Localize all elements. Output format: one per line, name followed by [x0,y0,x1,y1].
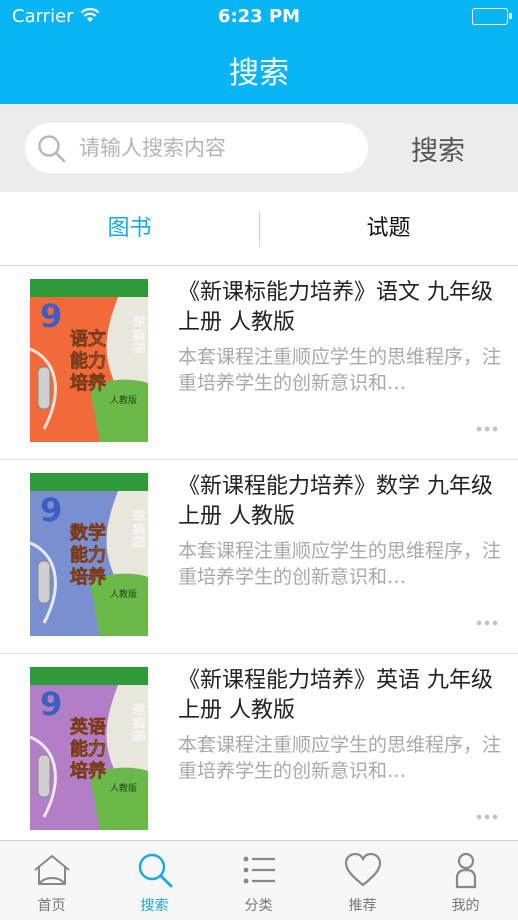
tabbar-item-mine[interactable]: 我的 [414,841,517,920]
tab-books[interactable]: 图书 [0,192,259,266]
person-icon [455,852,477,889]
page-title: 搜索 [229,56,289,91]
cover-subject-line: 语文 [70,328,107,350]
cover-subject-line: 英语 [69,716,106,738]
search-input[interactable] [79,133,359,163]
tabbar-item-search[interactable]: 搜索 [103,841,206,920]
list-item[interactable]: 9 新课程 数学 能力 培养 人教版 《新课程能力培养》数学 九年级 上册 人教版 本套课… [0,460,518,654]
more-icon[interactable] [476,612,498,631]
cover-series: 新课程 [130,509,146,548]
book-description: 本套课程注重顺应学生的思维程序，注重培养学生的创新意识和… [178,346,502,394]
battery-icon [472,8,512,25]
cover-subject-line: 能力 [70,350,106,372]
cover-art: 9 新课程 语文能力培养人教版 [29,279,148,442]
book-cover: 9 新课程 语文 能力 培养 人教版 [29,279,148,442]
more-icon[interactable] [476,418,498,437]
more-icon[interactable] [476,806,498,825]
book-description: 本套课程注重顺应学生的思维程序，注重培养学生的创新意识和… [178,734,502,782]
cover-grade-number: 9 [40,685,62,723]
tabbar-label: 分类 [244,898,273,914]
cover-subject-line: 能力 [70,544,106,566]
tabbar-item-recommend[interactable]: 推荐 [311,841,414,920]
tab-bar: 首页 搜索 分类 推荐 我的 [0,840,518,920]
tabbar-item-category[interactable]: 分类 [207,841,310,920]
search-button[interactable]: 搜索 [395,126,481,170]
tabbar-label: 推荐 [348,898,377,914]
cover-edition: 人教版 [110,394,137,406]
book-cover: 9 新课程 英语 能力 培养 人教版 [29,667,148,830]
list-item[interactable]: 9 新课程 语文 能力 培养 人教版 《新课标能力培养》语文 九年级 上册 人教版 本套课… [0,266,518,460]
tab-questions[interactable]: 试题 [259,192,518,266]
search-field[interactable] [25,123,368,173]
list-icon [243,856,275,884]
navigation-bar: 搜索 [0,34,518,104]
tabbar-label: 首页 [37,898,66,914]
tabbar-item-home[interactable]: 首页 [0,841,103,920]
search-icon [37,134,67,168]
cover-series: 新课程 [130,703,146,742]
cover-subject-line: 培养 [70,372,107,394]
book-description: 本套课程注重顺应学生的思维程序，注重培养学生的创新意识和… [178,540,502,588]
cover-edition: 人教版 [110,588,137,600]
book-cover: 9 新课程 数学 能力 培养 人教版 [29,473,148,636]
book-title: 《新课标能力培养》语文 九年级 上册 人教版 [178,280,493,335]
cover-edition: 人教版 [110,782,137,794]
cover-series: 新课程 [130,315,146,354]
status-bar: Carrier 6:23 PM [0,0,518,34]
cover-grade-number: 9 [40,297,62,335]
cover-grade-number: 9 [40,491,62,529]
search-bar: 搜索 [0,104,518,192]
tabbar-label: 我的 [451,898,480,914]
cover-subject-line: 培养 [70,760,107,782]
cover-art: 9 新课程 英语能力培养人教版 [29,667,148,830]
heart-icon [344,852,382,887]
cover-subject-line: 培养 [70,566,107,588]
book-title: 《新课程能力培养》英语 九年级 上册 人教版 [178,668,493,723]
search-icon [138,853,173,888]
list-item[interactable]: 9 新课程 英语 能力 培养 人教版 《新课程能力培养》英语 九年级 上册 人教版 本套课… [0,654,518,848]
home-icon [34,855,70,885]
clock: 6:23 PM [217,6,301,27]
cover-subject-line: 数学 [70,522,106,544]
cover-subject-line: 能力 [70,738,106,760]
cover-art: 9 新课程 数学能力培养人教版 [29,473,148,636]
segment-tabs: 图书 试题 [0,192,518,266]
book-title: 《新课程能力培养》数学 九年级 上册 人教版 [178,474,493,529]
tabbar-label: 搜索 [140,898,169,914]
